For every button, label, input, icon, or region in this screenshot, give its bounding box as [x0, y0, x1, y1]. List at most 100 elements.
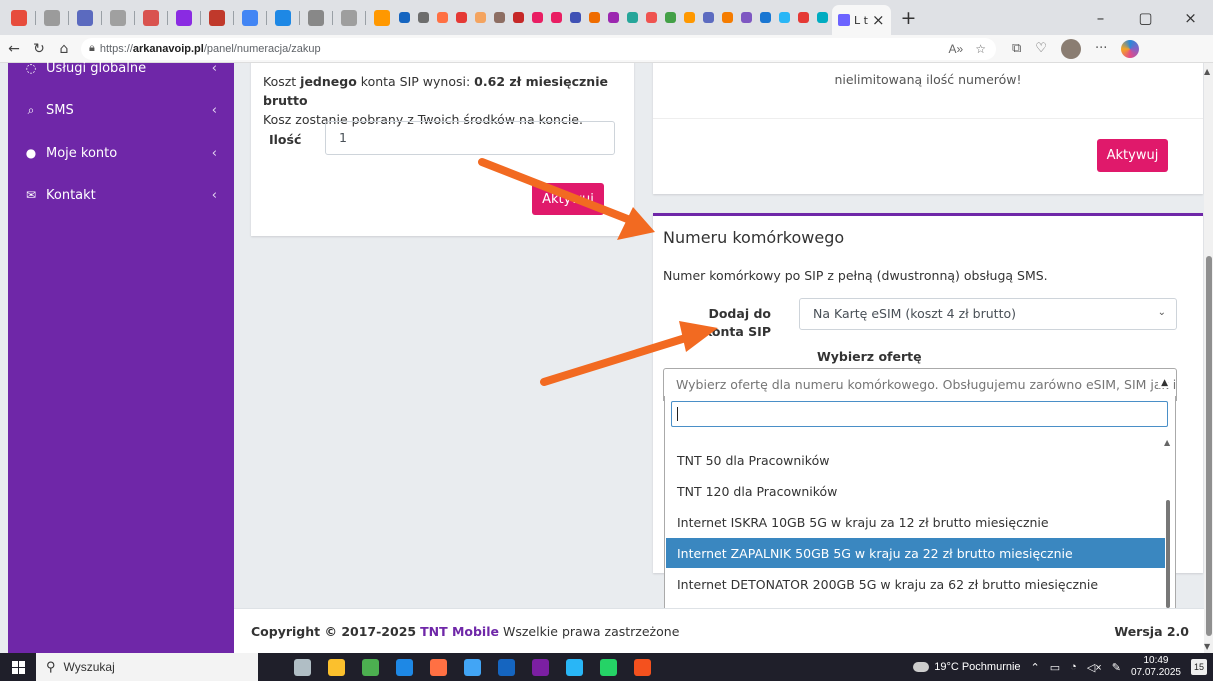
profile-avatar[interactable] — [1060, 38, 1081, 59]
weather-widget[interactable]: 19°C Pochmurnie — [913, 661, 1021, 673]
tab-separator — [365, 10, 366, 25]
tab-separator — [101, 10, 102, 25]
more-menu-icon[interactable]: ··· — [1095, 41, 1107, 56]
scroll-down-icon[interactable]: ▼ — [1204, 642, 1210, 651]
battery-icon[interactable]: ▭ — [1050, 661, 1060, 674]
tab-close-icon[interactable]: × — [872, 11, 885, 29]
scroll-up-icon[interactable]: ▲ — [1164, 438, 1170, 447]
taskbar-app-icon[interactable] — [498, 658, 515, 676]
version-text: Wersja 2.0 — [1114, 624, 1189, 639]
scroll-up-icon[interactable]: ▲ — [1204, 67, 1210, 76]
tab-favicon-icon[interactable] — [817, 12, 828, 23]
tab-favicon-icon[interactable] — [532, 12, 543, 23]
tab-favicon-icon[interactable] — [374, 9, 390, 26]
tab-favicon-icon[interactable] — [570, 12, 581, 23]
tab-favicon-icon[interactable] — [110, 9, 126, 26]
tab-favicon-icon[interactable] — [418, 12, 429, 23]
search-icon: ⚲ — [46, 659, 56, 674]
dropdown-option[interactable]: Internet DETONATOR 200GB 5G w kraju za 6… — [666, 569, 1165, 599]
tab-favicon-icon[interactable] — [11, 9, 27, 26]
selected-value: Na Kartę eSIM (koszt 4 zł brutto) — [813, 306, 1016, 321]
tab-favicon-icon[interactable] — [242, 9, 258, 26]
notification-center-icon[interactable]: 15 — [1191, 659, 1207, 675]
taskbar-app-icon[interactable] — [600, 658, 617, 676]
extensions-icon[interactable]: ⧉ — [1012, 41, 1021, 56]
favorite-star-icon[interactable]: ☆ — [975, 42, 986, 56]
sidebar-item-global-services[interactable]: ◌ Usługi globalne ‹ — [8, 55, 234, 81]
tab-favicon-icon[interactable] — [798, 12, 809, 23]
tab-favicon-icon[interactable] — [513, 12, 524, 23]
sidebar-item-sms[interactable]: ⌕ SMS ‹ — [8, 97, 234, 123]
page-scroll-thumb[interactable] — [1206, 256, 1212, 636]
tab-favicon-icon[interactable] — [77, 9, 93, 26]
taskbar-app-icon[interactable] — [430, 658, 447, 676]
tab-favicon-icon[interactable] — [779, 12, 790, 23]
tab-favicon-icon[interactable] — [665, 12, 676, 23]
tab-favicon-icon[interactable] — [589, 12, 600, 23]
tab-favicon-icon[interactable] — [608, 12, 619, 23]
tab-favicon-icon[interactable] — [494, 12, 505, 23]
chevron-up-icon[interactable]: ⌃ — [1031, 661, 1040, 674]
tab-favicon-icon[interactable] — [44, 9, 60, 26]
activate-unlimited-button[interactable]: Aktywuj — [1097, 139, 1168, 172]
tab-favicon-icon[interactable] — [437, 12, 448, 23]
taskbar-app-icon[interactable] — [464, 658, 481, 676]
tab-favicon-icon[interactable] — [143, 9, 159, 26]
active-tab[interactable]: L t × — [832, 5, 891, 35]
taskbar-app-icon[interactable] — [294, 658, 311, 676]
restore-button[interactable]: ▢ — [1123, 9, 1168, 27]
tab-favicon-icon[interactable] — [475, 12, 486, 23]
tab-favicon-icon[interactable] — [741, 12, 752, 23]
tab-favicon-icon[interactable] — [551, 12, 562, 23]
brand-link[interactable]: TNT Mobile — [420, 624, 499, 639]
globe-icon: ◌ — [25, 61, 37, 75]
clock[interactable]: 10:49 07.07.2025 — [1131, 655, 1181, 679]
time: 10:49 — [1143, 655, 1169, 666]
read-aloud-icon[interactable]: A» — [949, 42, 964, 56]
taskbar-app-icon[interactable] — [396, 658, 413, 676]
minimize-button[interactable]: – — [1078, 9, 1123, 27]
new-tab-button[interactable]: + — [901, 7, 917, 29]
taskbar-app-icon[interactable] — [634, 658, 651, 676]
tab-favicon-icon[interactable] — [209, 9, 225, 26]
tab-favicon-icon[interactable] — [684, 12, 695, 23]
tab-favicon-icon[interactable] — [627, 12, 638, 23]
quantity-input[interactable]: 1 — [325, 121, 615, 155]
taskbar-search[interactable]: ⚲ Wyszukaj — [36, 653, 258, 681]
dropdown-scrollbar[interactable]: ▲ ▼ — [1164, 436, 1171, 632]
taskbar-app-icon[interactable] — [362, 658, 379, 676]
tab-favicon-icon[interactable] — [760, 12, 771, 23]
tab-favicon-icon[interactable] — [176, 9, 192, 26]
sidebar: ◌ Usługi globalne ‹ ⌕ SMS ‹ ● Moje konto… — [8, 61, 234, 653]
sip-account-select[interactable]: Na Kartę eSIM (koszt 4 zł brutto) ⌄ — [799, 298, 1177, 330]
dropdown-search-input[interactable] — [671, 401, 1168, 427]
taskbar-app-icon[interactable] — [328, 658, 345, 676]
dropdown-option[interactable]: TNT 50 dla Pracowników — [666, 445, 1165, 475]
dropdown-option-highlighted[interactable]: Internet ZAPALNIK 50GB 5G w kraju za 22 … — [666, 538, 1165, 568]
tab-favicon-icon[interactable] — [703, 12, 714, 23]
tab-favicon-icon[interactable] — [308, 9, 324, 26]
close-window-button[interactable]: × — [1168, 9, 1213, 27]
browser-essentials-icon[interactable]: ♡ — [1035, 41, 1047, 56]
scroll-thumb[interactable] — [1166, 500, 1170, 608]
tab-favicon-icon[interactable] — [399, 12, 410, 23]
sidebar-item-my-account[interactable]: ● Moje konto ‹ — [8, 140, 234, 166]
page-scrollbar[interactable]: ▲ ▼ — [1204, 63, 1213, 653]
dropdown-option[interactable]: Internet ISKRA 10GB 5G w kraju za 12 zł … — [666, 507, 1165, 537]
pen-icon[interactable]: ✎ — [1112, 661, 1121, 674]
dropdown-option[interactable]: TNT 120 dla Pracowników — [666, 476, 1165, 506]
sidebar-item-contact[interactable]: ✉ Kontakt ‹ — [8, 182, 234, 208]
taskbar-app-icon[interactable] — [532, 658, 549, 676]
start-button[interactable] — [0, 653, 36, 681]
copilot-icon[interactable] — [1121, 39, 1140, 58]
network-icon[interactable]: ◔ — [1070, 661, 1077, 673]
tab-favicon-icon[interactable] — [341, 9, 357, 26]
volume-icon[interactable]: ◁× — [1087, 661, 1102, 674]
tab-separator — [332, 10, 333, 25]
taskbar-app-icon[interactable] — [566, 658, 583, 676]
activate-sip-button[interactable]: Aktywuj — [532, 183, 604, 215]
tab-favicon-icon[interactable] — [646, 12, 657, 23]
tab-favicon-icon[interactable] — [456, 12, 467, 23]
tab-favicon-icon[interactable] — [275, 9, 291, 26]
tab-favicon-icon[interactable] — [722, 12, 733, 23]
